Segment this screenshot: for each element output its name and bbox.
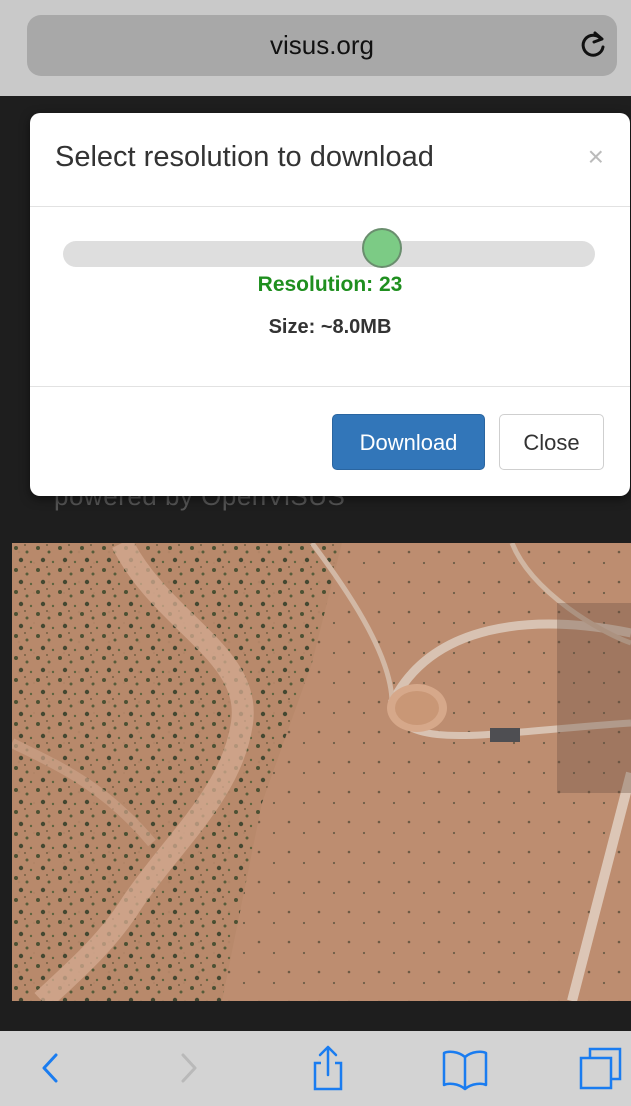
browser-top-bar: visus.org bbox=[0, 0, 631, 96]
satellite-map[interactable] bbox=[12, 543, 631, 1001]
slider-fill bbox=[63, 241, 382, 267]
modal-header: Select resolution to download × bbox=[30, 113, 630, 207]
size-label: Size: ~8.0MB bbox=[268, 316, 392, 338]
close-icon[interactable]: × bbox=[588, 141, 604, 173]
download-modal: Select resolution to download × Resoluti… bbox=[30, 113, 630, 496]
resolution-slider[interactable] bbox=[63, 228, 595, 268]
address-bar[interactable]: visus.org bbox=[27, 15, 617, 76]
tabs-icon[interactable] bbox=[576, 1043, 626, 1093]
map-imagery bbox=[12, 543, 631, 1001]
share-icon[interactable] bbox=[303, 1043, 353, 1093]
forward-icon[interactable] bbox=[163, 1043, 213, 1093]
close-button[interactable]: Close bbox=[499, 414, 604, 470]
back-icon[interactable] bbox=[26, 1043, 76, 1093]
url-text[interactable]: visus.org bbox=[27, 15, 617, 76]
bookmarks-icon[interactable] bbox=[440, 1043, 490, 1093]
slider-handle[interactable] bbox=[362, 228, 403, 268]
browser-toolbar bbox=[0, 1031, 631, 1106]
modal-title: Select resolution to download bbox=[55, 141, 434, 173]
reload-icon[interactable] bbox=[573, 25, 613, 65]
download-button[interactable]: Download bbox=[332, 414, 485, 470]
modal-footer: Download Close bbox=[30, 386, 630, 497]
resolution-label: Resolution: 23 bbox=[257, 273, 403, 296]
